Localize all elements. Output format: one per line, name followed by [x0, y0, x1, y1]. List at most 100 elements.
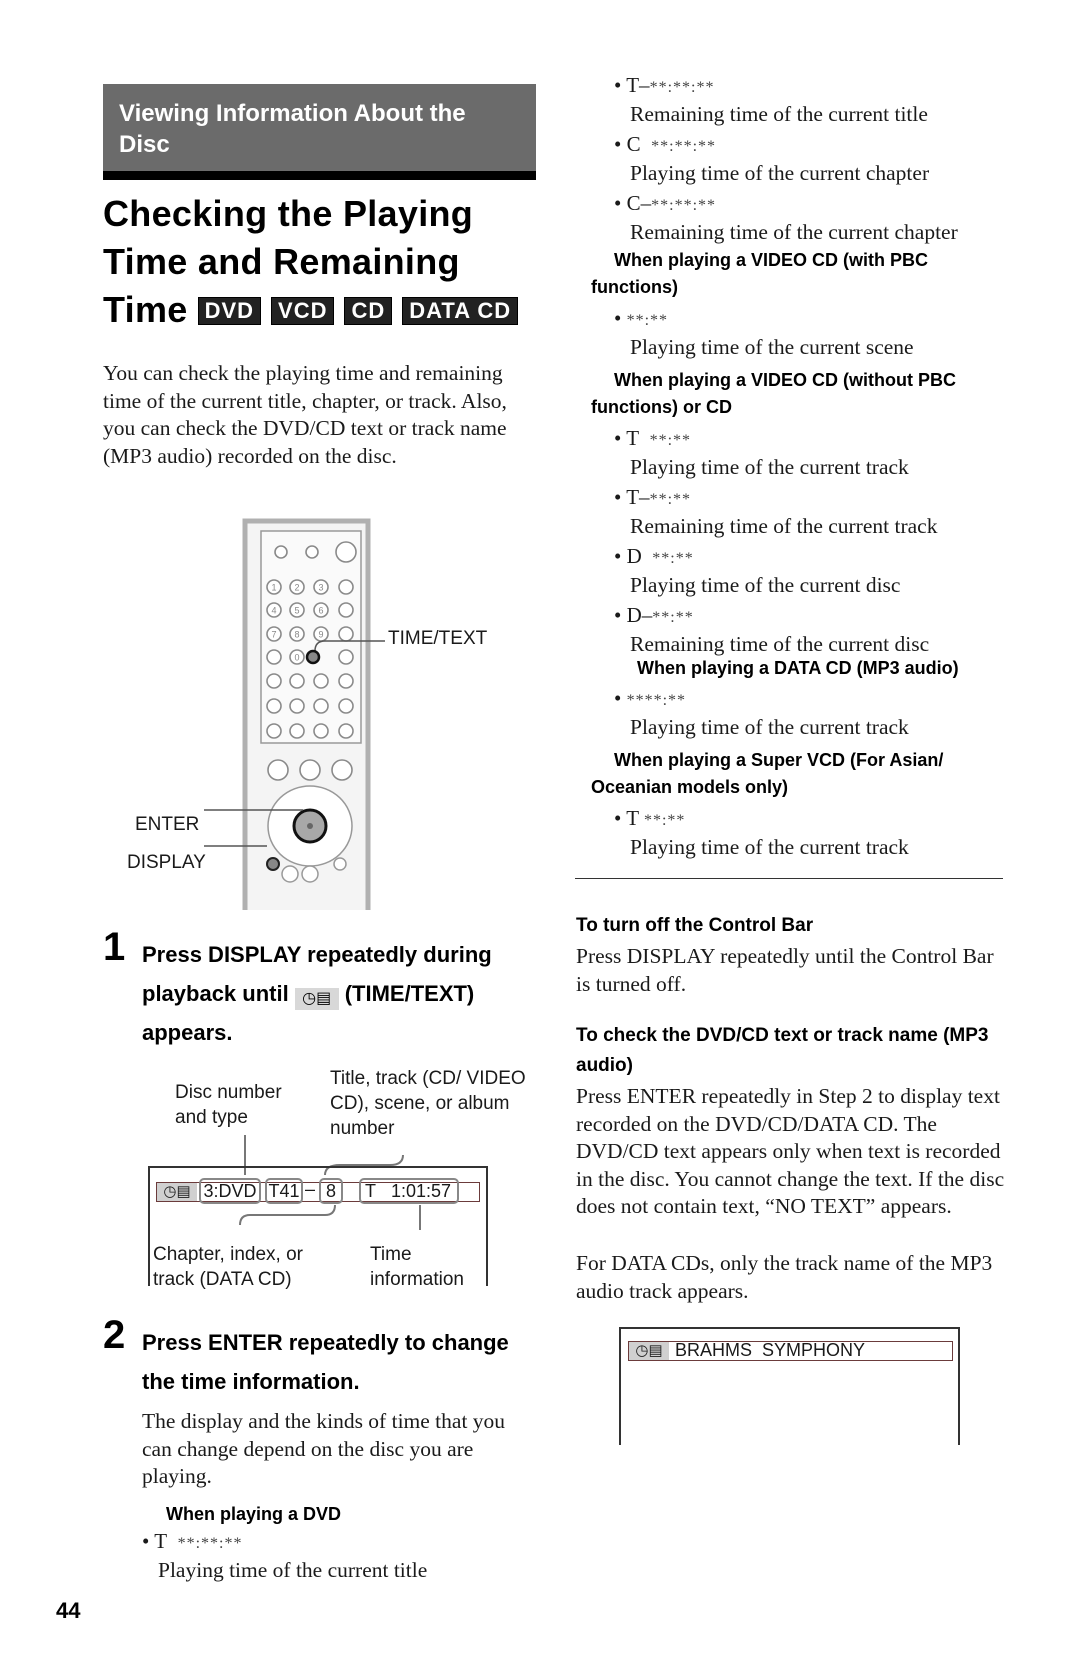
dvd-item-2-stars: **:**:** — [651, 138, 717, 155]
vcd-nopbc-item-1-prefix: T– — [626, 485, 650, 509]
datacd-heading: When playing a DATA CD (MP3 audio) — [637, 658, 959, 678]
vcd-nopbc-item-3: • D–**:** Remaining time of the current … — [614, 602, 1014, 657]
text-osd-value: BRAHMS SYMPHONY — [675, 1340, 866, 1360]
tip-control-bar-body: Press DISPLAY repeatedly until the Contr… — [576, 944, 994, 996]
svcd-heading: When playing a Super VCD (For Asian/ Oce… — [591, 750, 944, 797]
vcd-pbc-heading: When playing a VIDEO CD (with PBC functi… — [591, 250, 929, 297]
remote-button — [289, 698, 305, 714]
tip-text-body-2: For DATA CDs, only the track name of the… — [576, 1251, 993, 1303]
tip-text-heading: To check the DVD/CD text or track name (… — [576, 1025, 989, 1076]
remote-button — [313, 673, 329, 689]
intro-paragraph: You can check the playing time and remai… — [103, 361, 507, 468]
osd-time-field: T 1:01:57 — [359, 1178, 459, 1204]
label-disc-number: Disc number and type — [175, 1082, 282, 1128]
dvd-item-3: • C–**:**:** Remaining time of the curre… — [614, 190, 1014, 245]
label-display: DISPLAY — [127, 852, 206, 873]
badge-data-cd: DATA CD — [402, 297, 519, 325]
time-text-button — [305, 649, 321, 665]
dvd-items-continued: • T–**:**:** Remaining time of the curre… — [614, 72, 1014, 245]
dvd-item-3-desc: Remaining time of the current chapter — [630, 220, 958, 244]
vcd-nopbc-heading: When playing a VIDEO CD (without PBC fun… — [591, 370, 956, 417]
remote-button — [338, 626, 354, 642]
dvd-item-2: • C **:**:** Playing time of the current… — [614, 131, 1014, 186]
vcd-nopbc-items: • T **:** Playing time of the current tr… — [614, 425, 1014, 657]
stop-button — [331, 759, 353, 781]
vcd-nopbc-item-3-stars: **:** — [652, 609, 694, 626]
dvd-item-2-desc: Playing time of the current chapter — [630, 161, 930, 185]
remote-key-label: 2 — [294, 583, 299, 593]
vcd-nopbc-item-1: • T–**:** Remaining time of the current … — [614, 484, 1014, 539]
vcd-nopbc-item-1-desc: Remaining time of the current track — [630, 514, 938, 538]
label-time-information: Time information — [370, 1244, 464, 1290]
osd-control-bar: ◷▤ 3:DVD T41 – 8 T 1:01:57 — [156, 1178, 480, 1204]
label-time-text: TIME/TEXT — [388, 628, 488, 649]
remote-button — [338, 723, 354, 739]
vcd-nopbc-item-3-desc: Remaining time of the current disc — [630, 632, 930, 656]
dvd-item-1-prefix: T– — [626, 73, 650, 97]
vcd-nopbc-item-0-stars: **:** — [649, 432, 692, 449]
badge-cd: CD — [344, 297, 393, 325]
vcd-nopbc-item-2-desc: Playing time of the current disc — [630, 573, 901, 597]
display-button — [266, 857, 280, 871]
remote-button — [338, 602, 354, 618]
datacd-item-0-desc: Playing time of the current track — [630, 715, 909, 739]
remote-button — [313, 723, 329, 739]
vcd-nopbc-item-0-prefix: T — [626, 426, 640, 450]
label-chapter-index: Chapter, index, or track (DATA CD) — [153, 1244, 303, 1290]
dvd-item-1-desc: Remaining time of the current title — [630, 102, 928, 126]
vcd-nopbc-item-1-stars: **:** — [649, 491, 692, 508]
remote-button — [338, 649, 354, 665]
title-line-3-text: Time — [103, 289, 188, 330]
play-button — [267, 759, 289, 781]
remote-button — [338, 579, 354, 595]
section-header: Viewing Information About the Disc — [103, 84, 536, 180]
remote-button — [338, 673, 354, 689]
svcd-item-0-stars: **:** — [643, 812, 686, 829]
title-line-3: Time DVD VCD CD DATA CD — [103, 286, 543, 334]
power-button — [335, 541, 357, 563]
time-text-icon: ◷▤ — [294, 988, 339, 1010]
vcd-nopbc-item-3-prefix: D– — [626, 603, 653, 627]
remote-button — [266, 723, 282, 739]
label-enter: ENTER — [135, 814, 200, 835]
svcd-item-0: • T **:** Playing time of the current tr… — [614, 805, 1014, 860]
dvd-item-0-desc: Playing time of the current title — [158, 1558, 428, 1582]
dvd-heading: When playing a DVD — [166, 1504, 342, 1524]
vcd-nopbc-item-0-desc: Playing time of the current track — [630, 455, 909, 479]
remote-button — [313, 698, 329, 714]
osd-title-field: T41 — [265, 1178, 303, 1204]
pause-button — [299, 759, 321, 781]
remote-key-label: 3 — [318, 583, 323, 593]
eject-button — [274, 545, 288, 559]
text-osd-frame: ◷▤ BRAHMS SYMPHONY — [619, 1327, 960, 1445]
vcd-pbc-item-0-desc: Playing time of the current scene — [630, 335, 914, 359]
osd-separator: – — [305, 1179, 316, 1199]
divider — [575, 878, 1003, 879]
remote-key-label: 1 — [271, 583, 276, 593]
remote-button — [266, 673, 282, 689]
remote-button — [289, 673, 305, 689]
dvd-item-1-stars: **:**:** — [649, 79, 715, 96]
vcd-nopbc-item-2: • D **:** Playing time of the current di… — [614, 543, 1014, 598]
osd-chapter-field: 8 — [319, 1178, 343, 1204]
page-number: 44 — [56, 1598, 81, 1623]
dvd-item-0: • T **:**:** Playing time of the current… — [142, 1528, 522, 1583]
step-1-number: 1 — [103, 925, 126, 969]
remote-key-label: 9 — [318, 630, 323, 640]
vcd-nopbc-item-0: • T **:** Playing time of the current tr… — [614, 425, 1014, 480]
remote-button — [266, 698, 282, 714]
step-2-number: 2 — [103, 1313, 126, 1357]
badge-vcd: VCD — [271, 297, 335, 325]
datacd-item-0-stars: ****:** — [626, 692, 687, 709]
vcd-pbc-item-0-stars: **:** — [626, 312, 669, 329]
remote-key-label: 0 — [294, 653, 299, 663]
text-osd-bar: ◷▤ BRAHMS SYMPHONY — [628, 1340, 953, 1361]
section-header-text: Viewing Information About the Disc — [119, 100, 466, 158]
svcd-item-0-desc: Playing time of the current track — [630, 835, 909, 859]
remote-key-label: 4 — [271, 606, 276, 616]
osd-disc-field: 3:DVD — [199, 1178, 261, 1204]
time-text-icon: ◷▤ — [629, 1342, 669, 1360]
datacd-item-0: • ****:** Playing time of the current tr… — [614, 685, 1014, 740]
dvd-item-3-prefix: C– — [626, 191, 652, 215]
step-2-body: The display and the kinds of time that y… — [142, 1409, 506, 1488]
